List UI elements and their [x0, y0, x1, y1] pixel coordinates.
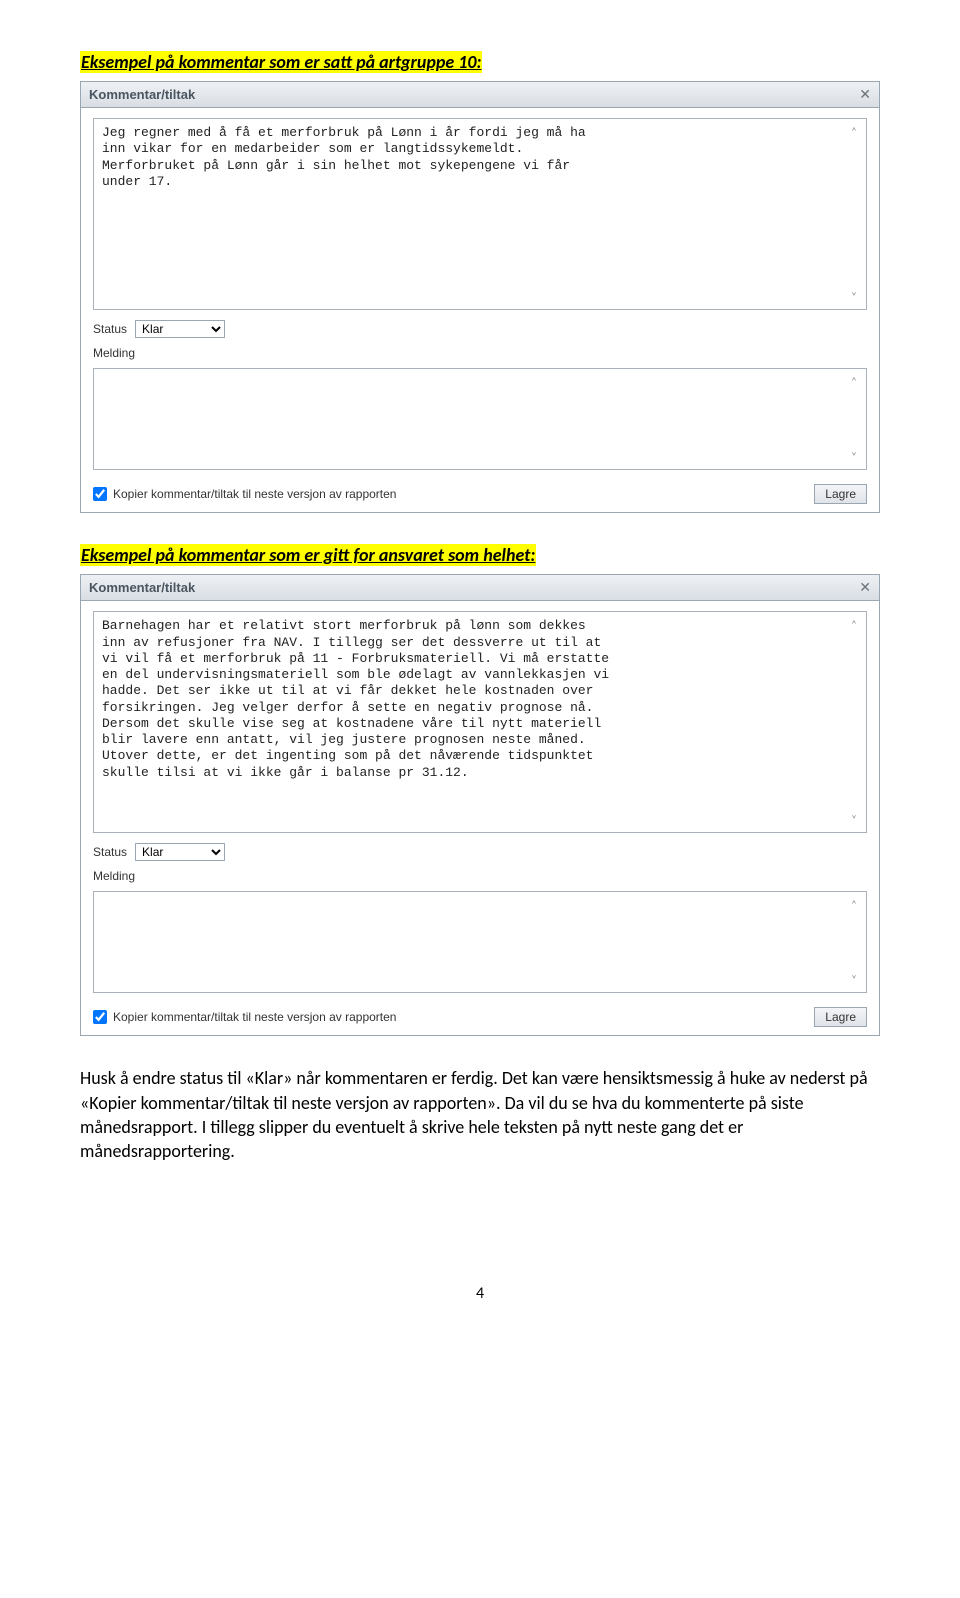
- example-heading-2: Eksempel på kommentar som er gitt for an…: [80, 544, 536, 566]
- panel-header: Kommentar/tiltak ✕: [81, 575, 879, 601]
- status-label: Status: [93, 322, 127, 336]
- chevron-up-icon[interactable]: ˄: [851, 618, 857, 631]
- chevron-down-icon[interactable]: ˅: [851, 290, 857, 303]
- status-select[interactable]: Klar: [135, 843, 225, 861]
- comment-textarea[interactable]: [94, 119, 840, 309]
- status-select[interactable]: Klar: [135, 320, 225, 338]
- copy-checkbox-wrap[interactable]: Kopier kommentar/tiltak til neste versjo…: [93, 487, 396, 501]
- copy-checkbox-wrap[interactable]: Kopier kommentar/tiltak til neste versjo…: [93, 1010, 396, 1024]
- scrollbar[interactable]: ˄ ˅: [846, 898, 862, 986]
- melding-textarea[interactable]: [94, 369, 840, 469]
- comment-textarea-wrap: ˄ ˅: [93, 611, 867, 833]
- scrollbar[interactable]: ˄ ˅: [846, 125, 862, 303]
- comment-textarea-wrap: ˄ ˅: [93, 118, 867, 310]
- chevron-down-icon[interactable]: ˅: [851, 973, 857, 986]
- copy-checkbox[interactable]: [93, 1010, 107, 1024]
- scrollbar[interactable]: ˄ ˅: [846, 375, 862, 463]
- save-button[interactable]: Lagre: [814, 1007, 867, 1027]
- comment-panel-1: Kommentar/tiltak ✕ ˄ ˅ Status Klar Meldi…: [80, 81, 880, 513]
- status-label: Status: [93, 845, 127, 859]
- chevron-up-icon[interactable]: ˄: [851, 125, 857, 138]
- melding-label: Melding: [93, 869, 135, 883]
- panel-title: Kommentar/tiltak: [89, 87, 195, 102]
- scrollbar[interactable]: ˄ ˅: [846, 618, 862, 826]
- chevron-down-icon[interactable]: ˅: [851, 813, 857, 826]
- body-paragraph: Husk å endre status til «Klar» når komme…: [80, 1066, 880, 1163]
- close-icon[interactable]: ✕: [859, 86, 871, 103]
- panel-title: Kommentar/tiltak: [89, 580, 195, 595]
- copy-checkbox-label: Kopier kommentar/tiltak til neste versjo…: [113, 487, 396, 501]
- save-button[interactable]: Lagre: [814, 484, 867, 504]
- page-number: 4: [80, 1284, 880, 1303]
- melding-label: Melding: [93, 346, 135, 360]
- chevron-up-icon[interactable]: ˄: [851, 375, 857, 388]
- close-icon[interactable]: ✕: [859, 579, 871, 596]
- example-heading-1: Eksempel på kommentar som er satt på art…: [80, 51, 482, 73]
- copy-checkbox[interactable]: [93, 487, 107, 501]
- melding-textarea[interactable]: [94, 892, 840, 992]
- comment-panel-2: Kommentar/tiltak ✕ ˄ ˅ Status Klar Meldi…: [80, 574, 880, 1036]
- comment-textarea[interactable]: [94, 612, 840, 832]
- copy-checkbox-label: Kopier kommentar/tiltak til neste versjo…: [113, 1010, 396, 1024]
- melding-textarea-wrap: ˄ ˅: [93, 368, 867, 470]
- chevron-up-icon[interactable]: ˄: [851, 898, 857, 911]
- melding-textarea-wrap: ˄ ˅: [93, 891, 867, 993]
- chevron-down-icon[interactable]: ˅: [851, 450, 857, 463]
- panel-header: Kommentar/tiltak ✕: [81, 82, 879, 108]
